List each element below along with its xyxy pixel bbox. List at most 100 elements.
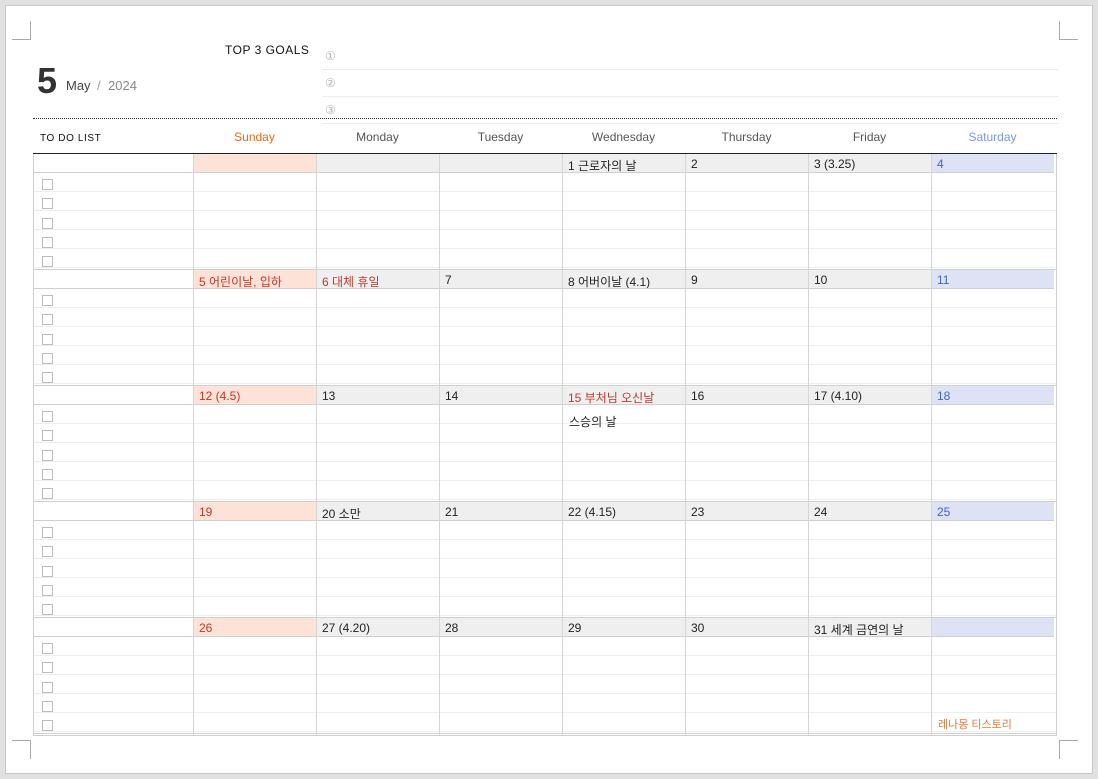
todo-header-cell bbox=[34, 270, 193, 289]
day-header-monday: Monday bbox=[356, 130, 399, 144]
day-header-sunday: Sunday bbox=[234, 130, 275, 144]
day-header-wednesday: Wednesday bbox=[591, 130, 656, 144]
todo-checkbox[interactable] bbox=[42, 295, 53, 306]
credit-text: 레나몽 티스토리 bbox=[938, 719, 1012, 731]
day-header-friday: Friday bbox=[852, 130, 887, 144]
dotted-separator bbox=[33, 118, 1057, 119]
todo-checkbox[interactable] bbox=[42, 681, 53, 693]
column-divider bbox=[931, 154, 932, 735]
date-cell-wednesday[interactable]: 29 bbox=[562, 618, 685, 637]
todo-checkbox[interactable] bbox=[42, 700, 53, 712]
ruled-lines bbox=[34, 521, 1056, 618]
date-cell-sunday[interactable]: 26 bbox=[193, 618, 316, 637]
date-cell-wednesday[interactable]: 15 부처님 오신날 bbox=[562, 386, 685, 405]
date-cell-tuesday[interactable]: 21 bbox=[439, 502, 562, 521]
date-cell-monday[interactable]: 27 (4.20) bbox=[316, 618, 439, 637]
date-cell-saturday[interactable]: 25 bbox=[931, 502, 1054, 521]
date-cell-saturday[interactable]: 4 bbox=[931, 154, 1054, 173]
day-header-thursday: Thursday bbox=[721, 130, 772, 144]
date-cell-thursday[interactable]: 23 bbox=[685, 502, 808, 521]
week-row: 5 어린이날, 입하 6 대체 휴일 7 8 어버이날 (4.1) 9 10 11 bbox=[34, 270, 1056, 386]
todo-checkbox[interactable] bbox=[42, 565, 53, 577]
todo-checkbox[interactable] bbox=[42, 198, 53, 210]
todo-checkbox[interactable] bbox=[42, 662, 53, 674]
todo-checkbox[interactable] bbox=[42, 604, 53, 616]
column-divider bbox=[316, 154, 317, 735]
date-cell-wednesday[interactable]: 1 근로자의 날 bbox=[562, 154, 685, 173]
crop-mark-bottom-right bbox=[1059, 740, 1078, 759]
todo-checkbox[interactable] bbox=[42, 643, 53, 654]
column-divider bbox=[808, 154, 809, 735]
date-cell-friday[interactable]: 10 bbox=[808, 270, 931, 289]
todo-checkbox[interactable] bbox=[42, 584, 53, 596]
crop-mark-top-right bbox=[1059, 21, 1078, 40]
date-cell-monday[interactable]: 6 대체 휴일 bbox=[316, 270, 439, 289]
ruled-lines bbox=[34, 637, 1056, 734]
week-row: 12 (4.5) 13 14 15 부처님 오신날 16 17 (4.10) 18 bbox=[34, 386, 1056, 502]
date-cell-thursday[interactable]: 2 bbox=[685, 154, 808, 173]
column-divider bbox=[562, 154, 563, 735]
goal-row-2[interactable]: ② bbox=[322, 71, 1058, 97]
week-row: 19 20 소만 21 22 (4.15) 23 24 25 bbox=[34, 502, 1056, 618]
todo-checkbox[interactable] bbox=[42, 314, 53, 326]
todo-checkbox[interactable] bbox=[42, 352, 53, 364]
date-cell-friday[interactable]: 31 세계 금연의 날 bbox=[808, 618, 931, 637]
todo-checkbox[interactable] bbox=[42, 179, 53, 190]
goal-row-3[interactable]: ③ bbox=[322, 98, 1058, 124]
goals-title: TOP 3 GOALS bbox=[225, 43, 310, 57]
date-cell-saturday[interactable]: 18 bbox=[931, 386, 1054, 405]
date-cell-thursday[interactable]: 16 bbox=[685, 386, 808, 405]
todo-checkbox[interactable] bbox=[42, 217, 53, 229]
todo-checkbox[interactable] bbox=[42, 468, 53, 480]
date-cell-wednesday[interactable]: 22 (4.15) bbox=[562, 502, 685, 521]
date-cell-friday[interactable]: 24 bbox=[808, 502, 931, 521]
date-cell-tuesday[interactable]: 14 bbox=[439, 386, 562, 405]
todo-checkbox[interactable] bbox=[42, 488, 53, 500]
todo-checkbox[interactable] bbox=[42, 256, 53, 268]
month-name: May bbox=[66, 78, 91, 93]
todo-header-cell bbox=[34, 386, 193, 405]
todo-checkbox[interactable] bbox=[42, 430, 53, 442]
ruled-lines bbox=[34, 173, 1056, 270]
date-cell-thursday[interactable]: 30 bbox=[685, 618, 808, 637]
column-divider bbox=[439, 154, 440, 735]
date-cell-monday[interactable] bbox=[316, 154, 439, 173]
todo-checkbox[interactable] bbox=[42, 236, 53, 248]
todo-header-cell bbox=[34, 154, 193, 173]
column-divider bbox=[685, 154, 686, 735]
todo-header-cell bbox=[34, 502, 193, 521]
date-cell-tuesday[interactable] bbox=[439, 154, 562, 173]
todo-list-label: TO DO LIST bbox=[40, 133, 102, 144]
date-cell-monday[interactable]: 20 소만 bbox=[316, 502, 439, 521]
todo-checkbox[interactable] bbox=[42, 333, 53, 345]
todo-checkbox[interactable] bbox=[42, 720, 53, 732]
week-row: 26 27 (4.20) 28 29 30 31 세계 금연의 날 bbox=[34, 618, 1056, 734]
todo-checkbox[interactable] bbox=[42, 546, 53, 558]
month-number: 5 bbox=[37, 60, 58, 101]
calendar-grid: 1 근로자의 날23 (3.25) 4 5 어린이날, 입하 6 대체 휴일 7 8 어버… bbox=[33, 154, 1057, 736]
goal-row-1[interactable]: ① bbox=[322, 44, 1058, 70]
date-cell-tuesday[interactable]: 28 bbox=[439, 618, 562, 637]
date-cell-saturday[interactable]: 11 bbox=[931, 270, 1054, 289]
date-cell-sunday[interactable]: 19 bbox=[193, 502, 316, 521]
goal-number-2: ② bbox=[325, 76, 336, 90]
date-cell-friday[interactable]: 17 (4.10) bbox=[808, 386, 931, 405]
todo-header-cell bbox=[34, 618, 193, 637]
todo-checkbox[interactable] bbox=[42, 372, 53, 384]
ruled-lines bbox=[34, 289, 1056, 386]
date-cell-monday[interactable]: 13 bbox=[316, 386, 439, 405]
todo-checkbox[interactable] bbox=[42, 449, 53, 461]
date-cell-saturday[interactable] bbox=[931, 618, 1054, 637]
crop-mark-top-left bbox=[12, 21, 31, 40]
date-cell-thursday[interactable]: 9 bbox=[685, 270, 808, 289]
date-cell-tuesday[interactable]: 7 bbox=[439, 270, 562, 289]
date-cell-friday[interactable]: 3 (3.25) bbox=[808, 154, 931, 173]
todo-checkbox[interactable] bbox=[42, 411, 53, 422]
date-cell-sunday[interactable] bbox=[193, 154, 316, 173]
date-cell-wednesday[interactable]: 8 어버이날 (4.1) bbox=[562, 270, 685, 289]
date-cell-sunday[interactable]: 12 (4.5) bbox=[193, 386, 316, 405]
todo-checkbox[interactable] bbox=[42, 527, 53, 538]
date-cell-sunday[interactable]: 5 어린이날, 입하 bbox=[193, 270, 316, 289]
date-separator: / bbox=[97, 78, 101, 93]
crop-mark-bottom-left bbox=[12, 740, 31, 759]
